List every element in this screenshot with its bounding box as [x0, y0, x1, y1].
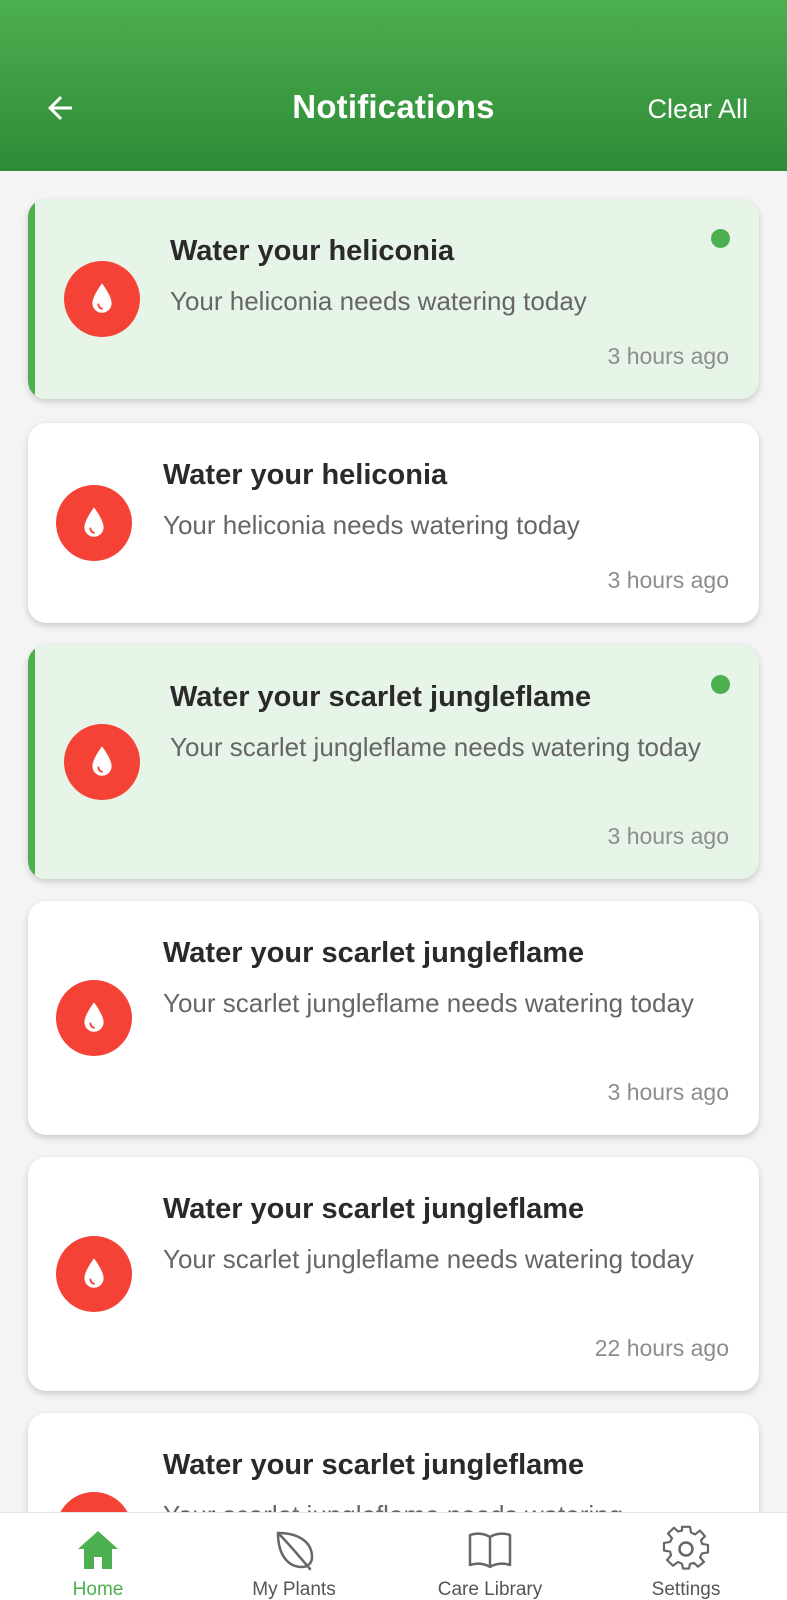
notification-time: 3 hours ago — [607, 343, 729, 369]
leaf-icon — [276, 1531, 314, 1571]
notification-icon-badge — [56, 485, 132, 561]
notification-body: Your scarlet jungleflame needs watering … — [170, 732, 701, 762]
notification-title: Water your scarlet jungleflame — [163, 937, 585, 969]
notification-card[interactable]: Water your heliconia Your heliconia need… — [28, 199, 759, 399]
notification-icon-badge — [56, 980, 132, 1056]
notification-title: Water your scarlet jungleflame — [170, 681, 592, 713]
nav-item-care-library[interactable]: Care Library — [392, 1513, 588, 1600]
clear-all-button[interactable]: Clear All — [647, 94, 748, 125]
unread-indicator — [711, 675, 730, 694]
notification-time: 3 hours ago — [607, 1079, 729, 1105]
notification-icon-badge — [64, 724, 140, 800]
water-drop-icon — [84, 1002, 104, 1032]
water-drop-icon — [92, 746, 112, 776]
notification-card[interactable]: Water your heliconia Your heliconia need… — [28, 423, 759, 623]
notification-title: Water your heliconia — [170, 235, 455, 267]
nav-label: Settings — [651, 1579, 721, 1600]
header-bar: Notifications Clear All — [0, 0, 787, 171]
book-icon — [468, 1532, 512, 1569]
nav-label: Home — [72, 1579, 124, 1600]
notification-card[interactable]: Water your scarlet jungleflame Your scar… — [28, 1413, 759, 1512]
home-icon — [78, 1531, 118, 1569]
nav-label: Care Library — [437, 1579, 543, 1600]
nav-item-home[interactable]: Home — [0, 1513, 196, 1600]
notification-card[interactable]: Water your scarlet jungleflame Your scar… — [28, 1157, 759, 1391]
gear-icon — [662, 1525, 710, 1570]
notification-body: Your heliconia needs watering today — [163, 510, 580, 540]
notification-body: Your scarlet jungleflame needs watering … — [163, 988, 694, 1018]
water-drop-icon — [84, 507, 104, 537]
notification-body: Your scarlet jungleflame needs watering … — [163, 1244, 694, 1274]
unread-indicator — [711, 229, 730, 248]
notification-body: Your heliconia needs watering today — [170, 286, 587, 316]
notification-card[interactable]: Water your scarlet jungleflame Your scar… — [28, 901, 759, 1135]
notification-title: Water your scarlet jungleflame — [163, 1193, 585, 1225]
nav-item-settings[interactable]: Settings — [588, 1513, 784, 1600]
notification-time: 3 hours ago — [607, 567, 729, 593]
water-drop-icon — [92, 283, 112, 313]
notification-icon-badge — [56, 1492, 132, 1512]
app-root: Notifications Clear All Water your helic… — [0, 0, 787, 1600]
notification-time: 22 hours ago — [594, 1335, 729, 1361]
notification-title: Water your heliconia — [163, 459, 448, 491]
notification-body: Your scarlet jungleflame needs watering — [163, 1499, 703, 1512]
water-drop-icon — [84, 1258, 104, 1288]
nav-item-my-plants[interactable]: My Plants — [196, 1513, 392, 1600]
notification-icon-badge — [64, 261, 140, 337]
notification-list[interactable]: Water your heliconia Your heliconia need… — [0, 171, 787, 1512]
bottom-navigation: Home My Plants Care Library Settings — [0, 1512, 787, 1600]
notification-time: 3 hours ago — [607, 823, 729, 849]
notification-card[interactable]: Water your scarlet jungleflame Your scar… — [28, 645, 759, 879]
nav-label: My Plants — [252, 1579, 336, 1600]
notification-icon-badge — [56, 1236, 132, 1312]
notification-title: Water your scarlet jungleflame — [163, 1449, 585, 1481]
